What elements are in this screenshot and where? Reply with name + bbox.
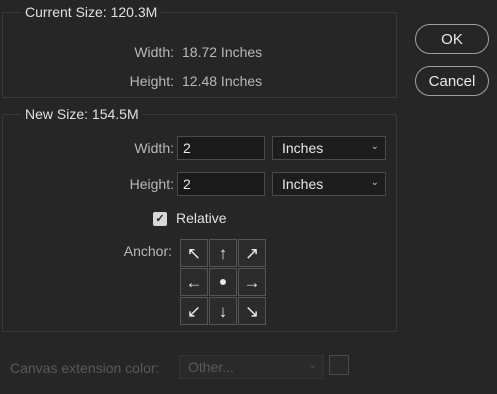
- anchor-center-dot-icon[interactable]: [209, 268, 237, 296]
- new-width-label: Width:: [134, 140, 174, 156]
- anchor-left-arrow-icon[interactable]: ←: [180, 268, 208, 296]
- anchor-cell-label: ↑: [218, 243, 228, 263]
- relative-checkbox[interactable]: ✓: [153, 212, 167, 226]
- width-unit-value: Inches: [282, 140, 324, 156]
- anchor-top-left-arrow-icon[interactable]: ↖: [180, 239, 208, 267]
- height-unit-select[interactable]: Inches ⌄: [272, 172, 386, 196]
- canvas-extension-color-label: Canvas extension color:: [10, 360, 160, 376]
- anchor-bottom-arrow-icon[interactable]: ↓: [209, 297, 237, 325]
- new-height-label: Height:: [129, 176, 174, 192]
- anchor-cell-label: →: [243, 272, 261, 292]
- anchor-top-arrow-icon[interactable]: ↑: [209, 239, 237, 267]
- color-swatch: [329, 355, 349, 375]
- anchor-cell-label: ↓: [218, 301, 228, 321]
- cancel-button[interactable]: Cancel: [415, 66, 489, 96]
- anchor-cell-label: ↗: [244, 243, 260, 263]
- anchor-bottom-right-arrow-icon[interactable]: ↘: [238, 297, 266, 325]
- current-width-value: 18.72 Inches: [182, 44, 263, 60]
- height-unit-value: Inches: [282, 176, 324, 192]
- width-unit-select[interactable]: Inches ⌄: [272, 136, 386, 160]
- relative-label[interactable]: Relative: [176, 210, 227, 226]
- chevron-down-icon: ⌄: [370, 177, 379, 188]
- anchor-cell-label: ↘: [244, 301, 260, 321]
- canvas-extension-color-value: Other...: [188, 359, 234, 375]
- chevron-down-icon: ⌄: [308, 360, 317, 371]
- current-height-label: Height:: [129, 73, 174, 89]
- ok-button[interactable]: OK: [415, 24, 489, 54]
- anchor-cell-label: ↙: [186, 301, 202, 321]
- canvas-extension-color-select: Other... ⌄: [179, 355, 324, 379]
- center-dot-icon: [220, 279, 226, 285]
- current-width-label: Width:: [134, 44, 174, 60]
- width-input[interactable]: [177, 136, 265, 160]
- new-size-legend: New Size: 154.5M: [21, 106, 143, 122]
- anchor-right-arrow-icon[interactable]: →: [238, 268, 266, 296]
- current-size-legend: Current Size: 120.3M: [21, 4, 162, 20]
- anchor-bottom-left-arrow-icon[interactable]: ↙: [180, 297, 208, 325]
- anchor-cell-label: ↖: [186, 243, 202, 263]
- current-height-value: 12.48 Inches: [182, 73, 263, 89]
- chevron-down-icon: ⌄: [370, 141, 379, 152]
- anchor-label: Anchor:: [123, 243, 172, 259]
- anchor-grid: ↖ ↑ ↗ ← → ↙ ↓ ↘: [180, 239, 266, 325]
- anchor-top-right-arrow-icon[interactable]: ↗: [238, 239, 266, 267]
- checkmark-icon: ✓: [155, 213, 165, 225]
- height-input[interactable]: [177, 172, 265, 196]
- canvas-size-dialog: Current Size: 120.3M Width: 18.72 Inches…: [0, 0, 497, 394]
- anchor-cell-label: ←: [185, 272, 203, 292]
